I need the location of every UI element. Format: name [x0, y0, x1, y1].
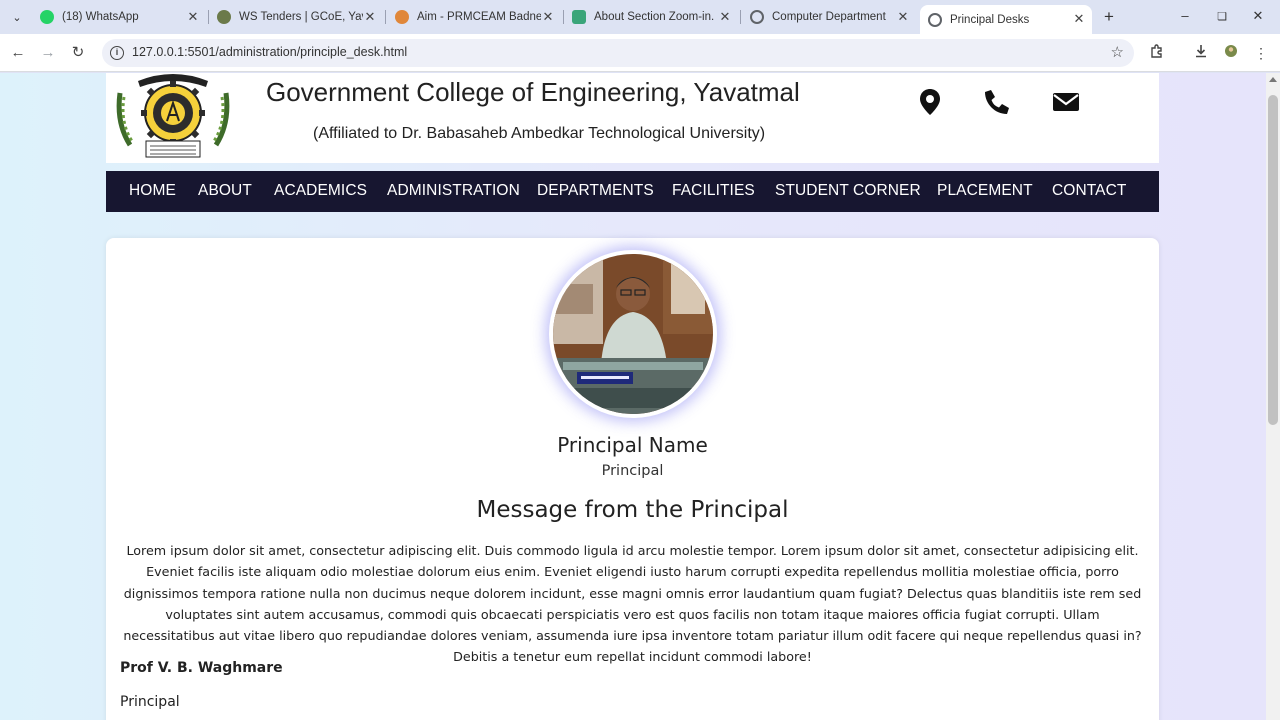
url-text[interactable]: 127.0.0.1:5501/administration/principle_…	[132, 45, 407, 59]
globe-icon	[928, 12, 942, 27]
download-icon[interactable]	[1191, 43, 1211, 63]
tab-prmceam[interactable]: Aim - PRMCEAM Badnera ✕	[395, 6, 555, 28]
site-header: Government College of Engineering, Yavat…	[106, 73, 1159, 163]
tab-ws-tenders[interactable]: WS Tenders | GCoE, Yavatm ✕	[217, 6, 377, 28]
tab-separator	[208, 10, 209, 24]
college-name: Government College of Engineering, Yavat…	[266, 77, 800, 107]
college-emblem-icon	[217, 10, 231, 24]
tab-separator	[385, 10, 386, 24]
forward-arrow-icon[interactable]: →	[38, 43, 58, 63]
nav-contact[interactable]: CONTACT	[1052, 182, 1126, 200]
browser-toolbar: ← → ↻ i 127.0.0.1:5501/administration/pr…	[0, 34, 1280, 72]
close-tab-icon[interactable]: ✕	[541, 9, 555, 25]
principal-role: Principal	[601, 463, 664, 479]
new-tab-plus-icon[interactable]: +	[1100, 8, 1118, 26]
tab-about-section[interactable]: About Section Zoom-in. ✕	[572, 6, 732, 28]
envelope-icon[interactable]	[1051, 87, 1081, 117]
reload-icon[interactable]: ↻	[68, 43, 88, 63]
extensions-puzzle-icon[interactable]	[1147, 43, 1167, 63]
menu-kebab-icon[interactable]: ⋮	[1251, 43, 1271, 63]
tab-search-chevron-icon[interactable]: ⌄	[6, 7, 28, 27]
nav-administration[interactable]: ADMINISTRATION	[387, 182, 520, 200]
close-window-icon[interactable]: ✕	[1250, 8, 1266, 24]
scroll-thumb[interactable]	[1268, 95, 1278, 425]
back-arrow-icon[interactable]: ←	[8, 43, 28, 63]
principal-desk-card: Principal Name Principal Message from th…	[106, 238, 1159, 720]
main-navbar: HOME ABOUT ACADEMICS ADMINISTRATION DEPA…	[106, 171, 1159, 212]
principal-photo	[553, 254, 713, 414]
principal-message: Lorem ipsum dolor sit amet, consectetur …	[123, 543, 1142, 665]
tab-separator	[563, 10, 564, 24]
signature-role: Principal	[120, 694, 180, 710]
bookmark-star-icon[interactable]: ☆	[1111, 43, 1124, 61]
codepen-icon	[572, 10, 586, 24]
close-tab-icon[interactable]: ✕	[186, 9, 200, 25]
browser-tab-bar: ⌄ (18) WhatsApp ✕ WS Tenders | GCoE, Yav…	[0, 0, 1280, 34]
nav-student-corner[interactable]: STUDENT CORNER	[775, 182, 921, 200]
page-scrollbar[interactable]	[1266, 73, 1280, 720]
map-marker-icon[interactable]	[915, 87, 945, 117]
nav-home[interactable]: HOME	[129, 182, 176, 200]
nav-academics[interactable]: ACADEMICS	[274, 182, 367, 200]
nav-facilities[interactable]: FACILITIES	[672, 182, 755, 200]
signature-name: Prof V. B. Waghmare	[120, 660, 283, 676]
phone-icon[interactable]	[981, 87, 1011, 117]
address-bar[interactable]: i 127.0.0.1:5501/administration/principl…	[102, 39, 1134, 67]
site-info-icon[interactable]: i	[110, 46, 124, 60]
close-tab-icon[interactable]: ✕	[896, 9, 910, 25]
nav-departments[interactable]: DEPARTMENTS	[537, 182, 654, 200]
close-tab-icon[interactable]: ✕	[363, 9, 377, 25]
globe-icon	[750, 10, 764, 24]
message-heading: Message from the Principal	[476, 497, 789, 523]
nav-about[interactable]: ABOUT	[198, 182, 252, 200]
page-viewport: Government College of Engineering, Yavat…	[0, 73, 1266, 720]
close-tab-icon[interactable]: ✕	[1072, 11, 1086, 27]
nav-placement[interactable]: PLACEMENT	[937, 182, 1033, 200]
restore-window-icon[interactable]: ❏	[1214, 10, 1230, 23]
tab-whatsapp[interactable]: (18) WhatsApp ✕	[40, 6, 200, 28]
principal-name: Principal Name	[557, 433, 708, 457]
prmceam-logo-icon	[395, 10, 409, 24]
affiliation-text: (Affiliated to Dr. Babasaheb Ambedkar Te…	[313, 125, 766, 142]
profile-avatar-icon[interactable]	[1221, 43, 1241, 63]
close-tab-icon[interactable]: ✕	[718, 9, 732, 25]
tab-principal-desks[interactable]: Principal Desks ✕	[920, 5, 1092, 34]
whatsapp-icon	[40, 10, 54, 24]
minimize-icon[interactable]: –	[1177, 8, 1193, 23]
principal-photo-frame	[549, 250, 717, 418]
tab-computer-department[interactable]: Computer Department ✕	[750, 6, 910, 28]
scroll-up-arrow-icon[interactable]	[1269, 77, 1277, 82]
tab-separator	[740, 10, 741, 24]
college-logo	[110, 73, 236, 159]
